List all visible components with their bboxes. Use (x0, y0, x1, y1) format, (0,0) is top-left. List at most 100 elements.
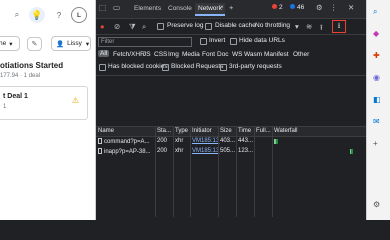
request-name: command?p=A... (98, 138, 150, 145)
plus-icon[interactable]: + (373, 139, 378, 148)
requests-table: Name Sta... Type Initiator Size Time Ful… (96, 127, 366, 217)
device-toolbar-icon[interactable]: ▭ (113, 3, 120, 12)
type-filter-doc[interactable]: Doc (217, 51, 229, 58)
type-filter-css[interactable]: CSS (154, 51, 167, 58)
chevron-down-icon: ▾ (9, 40, 13, 48)
page-header: ⌕ 💡 ? L (0, 0, 95, 30)
search-icon[interactable]: ⌕ (9, 7, 25, 23)
games-icon[interactable]: ◉ (373, 73, 380, 82)
type-filter-wasm[interactable]: Wasm (244, 51, 262, 58)
request-time: 443... (238, 138, 254, 144)
column-divider (218, 127, 219, 217)
owner-dropdown[interactable]: 👤 Lissy ▾ (51, 36, 91, 51)
column-divider (155, 127, 156, 217)
record-icon[interactable]: ● (100, 22, 105, 31)
gear-icon[interactable]: ⚙ (316, 3, 323, 12)
close-devtools-icon[interactable]: ✕ (348, 3, 354, 12)
deal-card[interactable]: t Deal 1 1 ⚠ (0, 86, 88, 120)
customize-icon[interactable]: ⋮ (330, 3, 338, 12)
upload-icon[interactable]: ⭱ (320, 22, 323, 35)
column-name[interactable]: Name (98, 128, 114, 134)
stage-title: otiations Started (0, 61, 64, 70)
tab-elements[interactable]: Elements (134, 5, 161, 12)
column-type[interactable]: Type (175, 128, 188, 134)
type-filter-font[interactable]: Font (202, 51, 215, 58)
inspect-icon[interactable]: ⬚ (99, 3, 106, 12)
search-icon[interactable]: ⌕ (142, 22, 146, 32)
filter-icon[interactable]: ⧩ (129, 22, 136, 32)
filter-input[interactable]: Filter (98, 37, 192, 47)
request-size: 403... (220, 138, 236, 144)
tools-icon[interactable]: ✚ (373, 51, 380, 60)
lightbulb-icon[interactable]: 💡 (29, 7, 45, 23)
table-row[interactable]: command?p=A... 200 xhr VM185:13 403... 4… (96, 137, 366, 147)
type-filter-js[interactable]: JS (143, 51, 151, 58)
resource-type-filter: All Fetch/XHR JS CSS Img Media Font Doc … (96, 49, 366, 62)
type-filter-ws[interactable]: WS (232, 51, 242, 58)
deal-name: t Deal 1 (3, 93, 28, 100)
plus-icon[interactable]: + (229, 3, 233, 12)
column-status[interactable]: Sta... (157, 128, 171, 134)
column-divider (254, 127, 255, 217)
owner-dropdown-label: Lissy (67, 40, 82, 47)
hide-data-urls-checkbox[interactable] (230, 38, 237, 45)
blocked-requests-checkbox[interactable] (162, 64, 169, 71)
tab-console[interactable]: Console (168, 5, 192, 12)
request-initiator-link[interactable]: VM185:13 (192, 148, 219, 154)
wifi-icon[interactable]: ≋ (306, 22, 312, 31)
clear-icon[interactable]: ⊘ (114, 22, 120, 31)
network-overview-timeline[interactable] (96, 75, 366, 127)
column-divider (272, 127, 273, 217)
close-icon[interactable]: × (220, 4, 224, 11)
web-page: ⌕ 💡 ? L ne ▾ ✎ 👤 Lissy ▾ otiations Start… (0, 0, 96, 220)
error-count[interactable]: 2 (272, 4, 283, 11)
column-time[interactable]: Time (238, 128, 251, 134)
settings-icon[interactable]: ⚙ (373, 200, 380, 209)
column-waterfall[interactable]: Waterfall (274, 128, 297, 134)
type-filter-img[interactable]: Img (168, 51, 179, 58)
blocked-cookies-checkbox[interactable] (99, 64, 106, 71)
disable-cache-label: Disable cache (215, 22, 256, 29)
column-divider (190, 127, 191, 217)
column-size[interactable]: Size (220, 128, 232, 134)
filter-bar: Filter Invert Hide data URLs (96, 37, 366, 49)
outlook-icon[interactable]: ✉ (373, 117, 380, 126)
table-row[interactable]: inapp?p=AP-38... 200 xhr VM185:13 505...… (96, 147, 366, 157)
type-filter-other[interactable]: Other (293, 51, 309, 58)
shopping-icon[interactable]: ◆ (373, 29, 379, 38)
type-filter-media[interactable]: Media (182, 51, 200, 58)
third-party-checkbox[interactable] (220, 64, 227, 71)
user-avatar[interactable]: L (71, 7, 87, 23)
column-fulfilled[interactable]: Full... (256, 128, 271, 134)
help-icon[interactable]: ? (51, 7, 67, 23)
type-filter-fetch-xhr[interactable]: Fetch/XHR (113, 51, 145, 58)
type-filter-all[interactable]: All (98, 50, 110, 57)
type-filter-manifest[interactable]: Manifest (264, 51, 289, 58)
invert-checkbox[interactable] (200, 38, 207, 45)
search-icon[interactable]: ⌕ (373, 7, 377, 17)
request-time: 123... (238, 148, 254, 154)
pipeline-dropdown-label: ne (0, 40, 7, 47)
hide-data-urls-label: Hide data URLs (239, 37, 285, 44)
request-status: 200 (157, 138, 168, 144)
info-icon (290, 4, 295, 9)
office-icon[interactable]: ◧ (373, 95, 381, 104)
preserve-log-checkbox[interactable] (157, 23, 164, 30)
download-icon[interactable]: ⭳ (332, 20, 346, 33)
throttling-select[interactable]: No throttling (255, 22, 290, 29)
disable-cache-checkbox[interactable] (205, 23, 212, 30)
request-initiator-link[interactable]: VM185:13 (192, 138, 219, 144)
chevron-down-icon: ▾ (85, 40, 90, 48)
chevron-down-icon[interactable]: ▾ (295, 22, 299, 31)
warning-count[interactable]: 46 (290, 4, 304, 11)
document-icon (98, 148, 102, 154)
request-name-text: command?p=A... (104, 139, 150, 145)
pipeline-dropdown[interactable]: ne ▾ (0, 36, 20, 51)
edit-icon[interactable]: ✎ (27, 37, 42, 51)
column-initiator[interactable]: Initiator (192, 128, 212, 134)
blocked-requests-label: Blocked Requests (171, 63, 224, 70)
request-name: inapp?p=AP-38... (98, 148, 151, 155)
pipeline-toolbar: ne ▾ ✎ 👤 Lissy ▾ (0, 36, 95, 52)
devtools-tabbar: ⬚ ▭ Elements Console Network × + 2 46 ⚙ … (96, 0, 366, 19)
browser-sidebar: ⌕ ◆ ✚ ◉ ◧ ✉ + ⚙ (366, 0, 390, 220)
